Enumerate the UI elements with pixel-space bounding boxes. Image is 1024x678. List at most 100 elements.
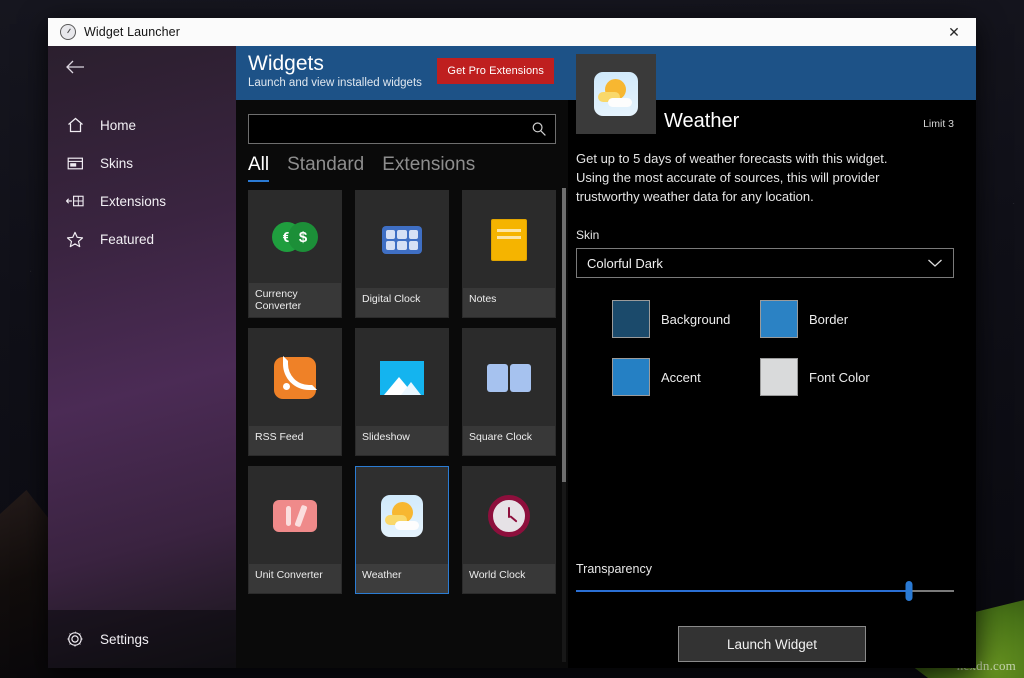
widget-list-scrollbar[interactable] xyxy=(562,188,566,662)
swatch-color-box[interactable] xyxy=(612,358,650,396)
swatch-accent[interactable]: Accent xyxy=(576,358,760,396)
widget-art xyxy=(356,191,448,288)
gear-icon xyxy=(66,630,84,648)
swatch-row-2: Accent Font Color xyxy=(576,358,954,396)
widget-art xyxy=(356,329,448,426)
skin-selected-value: Colorful Dark xyxy=(587,256,663,271)
widget-card-weather[interactable]: Weather xyxy=(355,466,449,594)
currency-converter-icon: €$ xyxy=(272,222,318,252)
search-box[interactable] xyxy=(248,114,556,144)
swatch-font-color[interactable]: Font Color xyxy=(760,358,944,396)
widget-card-notes[interactable]: Notes xyxy=(462,190,556,318)
swatch-background[interactable]: Background xyxy=(576,300,760,338)
swatch-label: Font Color xyxy=(809,370,870,385)
page-subtitle: Launch and view installed widgets xyxy=(248,76,422,91)
detail-hero-icon-tile xyxy=(576,54,656,134)
chevron-down-icon[interactable] xyxy=(927,258,943,268)
swatch-label: Border xyxy=(809,312,848,327)
back-button[interactable] xyxy=(48,46,236,88)
widget-card-label: Slideshow xyxy=(356,426,448,455)
widget-card-label: RSS Feed xyxy=(249,426,341,455)
rss-feed-icon xyxy=(274,357,316,399)
transparency-section: Transparency xyxy=(576,562,954,592)
widget-grid: €$ Currency Converter Digital Clock xyxy=(248,190,556,594)
search-input[interactable] xyxy=(257,122,531,136)
widget-card-digital-clock[interactable]: Digital Clock xyxy=(355,190,449,318)
tab-extensions[interactable]: Extensions xyxy=(382,154,475,182)
close-icon[interactable]: ✕ xyxy=(932,18,976,46)
widget-card-label: Weather xyxy=(356,564,448,593)
swatch-row-1: Background Border xyxy=(576,300,954,338)
sidebar: Home Skins xyxy=(48,46,236,668)
home-icon xyxy=(66,116,84,134)
widget-art xyxy=(463,329,555,426)
widget-filter-tabs: All Standard Extensions xyxy=(236,144,568,182)
widget-card-slideshow[interactable]: Slideshow xyxy=(355,328,449,456)
scrollbar-thumb[interactable] xyxy=(562,188,566,482)
widget-card-square-clock[interactable]: Square Clock xyxy=(462,328,556,456)
get-pro-extensions-button[interactable]: Get Pro Extensions xyxy=(437,58,554,84)
swatch-color-box[interactable] xyxy=(612,300,650,338)
search-icon[interactable] xyxy=(531,121,547,137)
swatch-label: Background xyxy=(661,312,730,327)
swatch-label: Accent xyxy=(661,370,701,385)
widget-card-label: Currency Converter xyxy=(249,283,341,317)
sidebar-spacer xyxy=(48,258,236,610)
sidebar-item-label: Featured xyxy=(100,232,154,247)
slider-thumb[interactable] xyxy=(905,581,912,601)
sidebar-item-settings[interactable]: Settings xyxy=(48,610,236,668)
widget-card-label: World Clock xyxy=(463,564,555,593)
detail-title: Weather xyxy=(664,110,739,133)
tab-all[interactable]: All xyxy=(248,154,269,182)
back-arrow-icon xyxy=(65,59,85,75)
unit-converter-icon xyxy=(273,500,317,532)
notes-icon xyxy=(491,219,527,261)
tab-standard[interactable]: Standard xyxy=(287,154,364,182)
launch-row: Launch Widget xyxy=(568,626,976,662)
detail-description: Get up to 5 days of weather forecasts wi… xyxy=(568,133,938,206)
skin-section: Skin Colorful Dark xyxy=(568,206,976,278)
widget-art xyxy=(463,191,555,288)
sidebar-item-label: Home xyxy=(100,118,136,133)
sidebar-item-label: Skins xyxy=(100,156,133,171)
widgets-header: Widgets Launch and view installed widget… xyxy=(236,46,568,100)
square-clock-icon xyxy=(487,364,531,392)
widget-detail-panel: Weather Limit 3 Get up to 5 days of weat… xyxy=(568,46,976,668)
widget-art xyxy=(249,329,341,426)
clock-icon xyxy=(60,24,76,40)
extensions-icon xyxy=(66,192,84,210)
skin-select[interactable]: Colorful Dark xyxy=(576,248,954,278)
widget-card-currency-converter[interactable]: €$ Currency Converter xyxy=(248,190,342,318)
window-title: Widget Launcher xyxy=(84,25,180,39)
sidebar-item-extensions[interactable]: Extensions xyxy=(48,182,236,220)
launch-widget-button[interactable]: Launch Widget xyxy=(678,626,866,662)
widgets-header-text: Widgets Launch and view installed widget… xyxy=(248,52,422,91)
sidebar-item-skins[interactable]: Skins xyxy=(48,144,236,182)
digital-clock-icon xyxy=(382,226,422,254)
widget-art xyxy=(249,467,341,564)
widget-art: €$ xyxy=(249,191,341,283)
swatch-border[interactable]: Border xyxy=(760,300,944,338)
widget-card-unit-converter[interactable]: Unit Converter xyxy=(248,466,342,594)
swatch-color-box[interactable] xyxy=(760,358,798,396)
transparency-slider[interactable] xyxy=(576,590,954,592)
widget-card-label: Square Clock xyxy=(463,426,555,455)
star-icon xyxy=(66,230,84,248)
widget-art xyxy=(356,467,448,564)
title-bar: Widget Launcher ✕ xyxy=(48,18,976,46)
search-area xyxy=(236,100,568,144)
sidebar-item-featured[interactable]: Featured xyxy=(48,220,236,258)
color-swatch-area: Background Border Accent Font Color xyxy=(568,278,976,416)
slideshow-icon xyxy=(380,361,424,395)
widget-card-label: Notes xyxy=(463,288,555,317)
widget-card-label: Unit Converter xyxy=(249,564,341,593)
window-icon xyxy=(66,154,84,172)
skin-label: Skin xyxy=(576,228,954,242)
detail-limit-badge: Limit 3 xyxy=(923,118,954,130)
swatch-color-box[interactable] xyxy=(760,300,798,338)
widget-card-rss-feed[interactable]: RSS Feed xyxy=(248,328,342,456)
slider-fill xyxy=(576,590,909,592)
page-title: Widgets xyxy=(248,52,422,76)
sidebar-item-home[interactable]: Home xyxy=(48,106,236,144)
widget-card-world-clock[interactable]: World Clock xyxy=(462,466,556,594)
